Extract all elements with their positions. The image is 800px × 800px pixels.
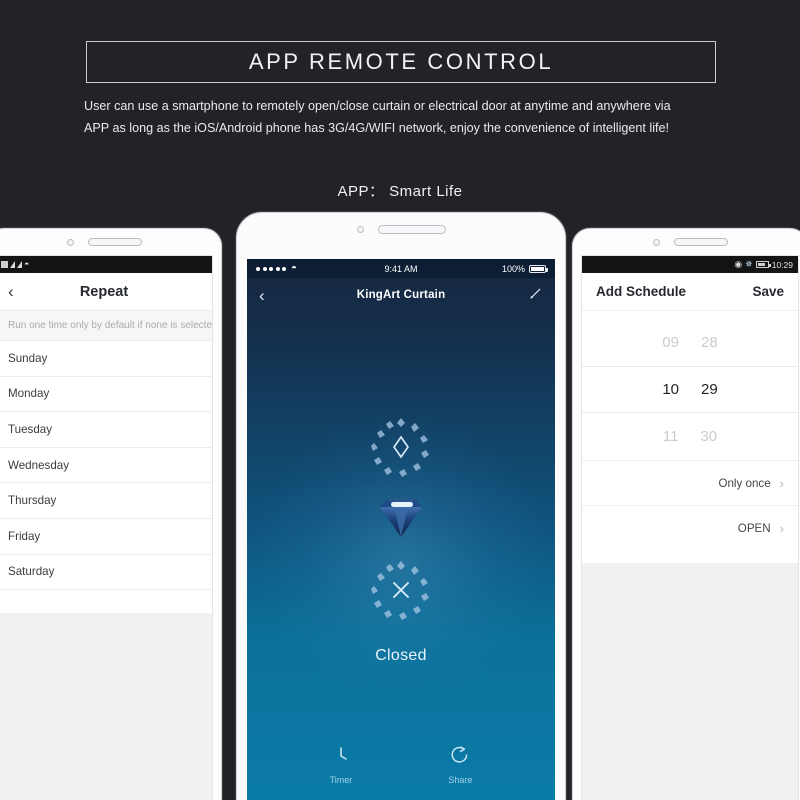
right-status-time: 10:29 (771, 259, 793, 270)
list-item-monday[interactable]: Monday (0, 376, 212, 413)
open-button[interactable] (370, 416, 432, 478)
action-option-row[interactable]: OPEN › (582, 505, 798, 550)
page-title-box: APP REMOTE CONTROL (86, 41, 716, 83)
device-title: KingArt Curtain (356, 289, 446, 301)
hour-value: 11 (662, 428, 679, 445)
repeat-hint: Run one time only by default if none is … (0, 311, 212, 341)
list-item-thursday[interactable]: Thursday (0, 483, 212, 519)
list-item-sunday[interactable]: Sunday (0, 341, 212, 377)
action-option-label: OPEN (737, 521, 771, 535)
stop-button[interactable] (372, 491, 430, 543)
left-status-icons: ◓ (1, 260, 29, 269)
hour-value: 10 (662, 381, 679, 398)
time-picker-row[interactable]: 09 28 (582, 319, 798, 366)
eye-icon: ◉ (734, 259, 743, 269)
list-item-saturday[interactable]: Saturday (0, 554, 212, 591)
chevron-right-icon: › (779, 520, 784, 536)
description-line-2: APP as long as the iOS/Android phone has… (84, 121, 670, 135)
timer-label: Timer (329, 775, 353, 785)
phone-left: ◓ ‹ Repeat Run one time only by default … (0, 228, 222, 800)
curtain-status: Closed (375, 647, 427, 664)
ios-status-bar: ◓ 9:41 AM 100% (247, 259, 555, 278)
phone-left-screen: ◓ ‹ Repeat Run one time only by default … (0, 255, 213, 800)
page-description: User can use a smartphone to remotely op… (84, 95, 724, 139)
camera-icon (66, 238, 74, 246)
list-item-wednesday[interactable]: Wednesday (0, 447, 212, 484)
title-box-inner-border (90, 45, 712, 79)
right-status-bar: ◉ ✵ 10:29 (582, 256, 798, 273)
app-name-label: APP： Smart Life (337, 183, 463, 200)
share-icon (451, 746, 468, 763)
add-schedule-header: Add Schedule Save (582, 273, 798, 311)
phone-right-screen: ◉ ✵ 10:29 Add Schedule Save 09 28 10 29 (581, 255, 799, 800)
repeat-option-row[interactable]: Only once › (582, 460, 798, 505)
chevron-right-icon: › (779, 475, 784, 491)
battery-icon (755, 261, 771, 268)
left-empty-area (0, 613, 212, 800)
wifi-icon: ◓ (24, 259, 30, 269)
time-picker[interactable]: 09 28 10 29 11 30 (582, 311, 798, 460)
sim-icon (1, 261, 8, 268)
clock-icon (340, 747, 347, 760)
save-button[interactable]: Save (752, 284, 784, 299)
timer-button[interactable]: Timer (329, 744, 353, 785)
add-schedule-title: Add Schedule (596, 284, 687, 299)
wifi-icon: ◓ (291, 262, 298, 274)
back-chevron-icon[interactable]: ‹ (8, 283, 28, 300)
left-nav-bar: ‹ Repeat (0, 273, 212, 311)
camera-icon (356, 225, 364, 233)
signal-icon (10, 261, 15, 268)
left-page-title: Repeat (79, 283, 129, 300)
list-item-tuesday[interactable]: Tuesday (0, 412, 212, 448)
phone-right: ◉ ✵ 10:29 Add Schedule Save 09 28 10 29 (572, 228, 800, 800)
battery-percent-label: 100% (501, 263, 525, 274)
time-picker-row[interactable]: 11 30 (582, 413, 798, 460)
right-empty-area (582, 563, 798, 800)
time-picker-row-selected[interactable]: 10 29 (582, 366, 798, 413)
bluetooth-icon: ✵ (745, 259, 753, 269)
bottom-action-bar: Timer Share (247, 744, 555, 785)
minute-value: 30 (700, 428, 718, 445)
minute-value: 29 (701, 381, 718, 398)
camera-icon (652, 238, 660, 246)
minute-value: 28 (701, 334, 718, 351)
phone-center-bezel (237, 213, 565, 245)
close-button[interactable] (370, 559, 432, 621)
pencil-icon[interactable] (529, 286, 543, 305)
signal-dots-icon (256, 266, 286, 271)
ios-nav-bar: ‹ KingArt Curtain (247, 278, 555, 312)
speaker-grill (673, 238, 728, 246)
list-item-friday[interactable]: Friday (0, 518, 212, 555)
phone-right-bezel (573, 229, 800, 255)
right-status-icons: ◉ ✵ 10:29 (734, 260, 793, 270)
phone-left-bezel (0, 229, 221, 255)
signal-icon (17, 261, 22, 268)
phone-center: ◓ 9:41 AM 100% ‹ KingArt Curtain Closed … (236, 212, 566, 800)
share-button[interactable]: Share (448, 744, 472, 785)
left-status-bar: ◓ (0, 256, 212, 273)
share-label: Share (448, 775, 473, 785)
speaker-grill (87, 238, 142, 246)
repeat-option-label: Only once (718, 476, 771, 490)
hour-value: 09 (662, 334, 679, 351)
description-line-1: User can use a smartphone to remotely op… (84, 99, 671, 113)
battery-icon (529, 264, 548, 273)
ios-status-right: 100% (501, 263, 548, 274)
poster-canvas: APP REMOTE CONTROL User can use a smartp… (0, 0, 800, 800)
phone-center-screen: ◓ 9:41 AM 100% ‹ KingArt Curtain Closed … (247, 259, 555, 800)
speaker-grill (377, 224, 446, 234)
